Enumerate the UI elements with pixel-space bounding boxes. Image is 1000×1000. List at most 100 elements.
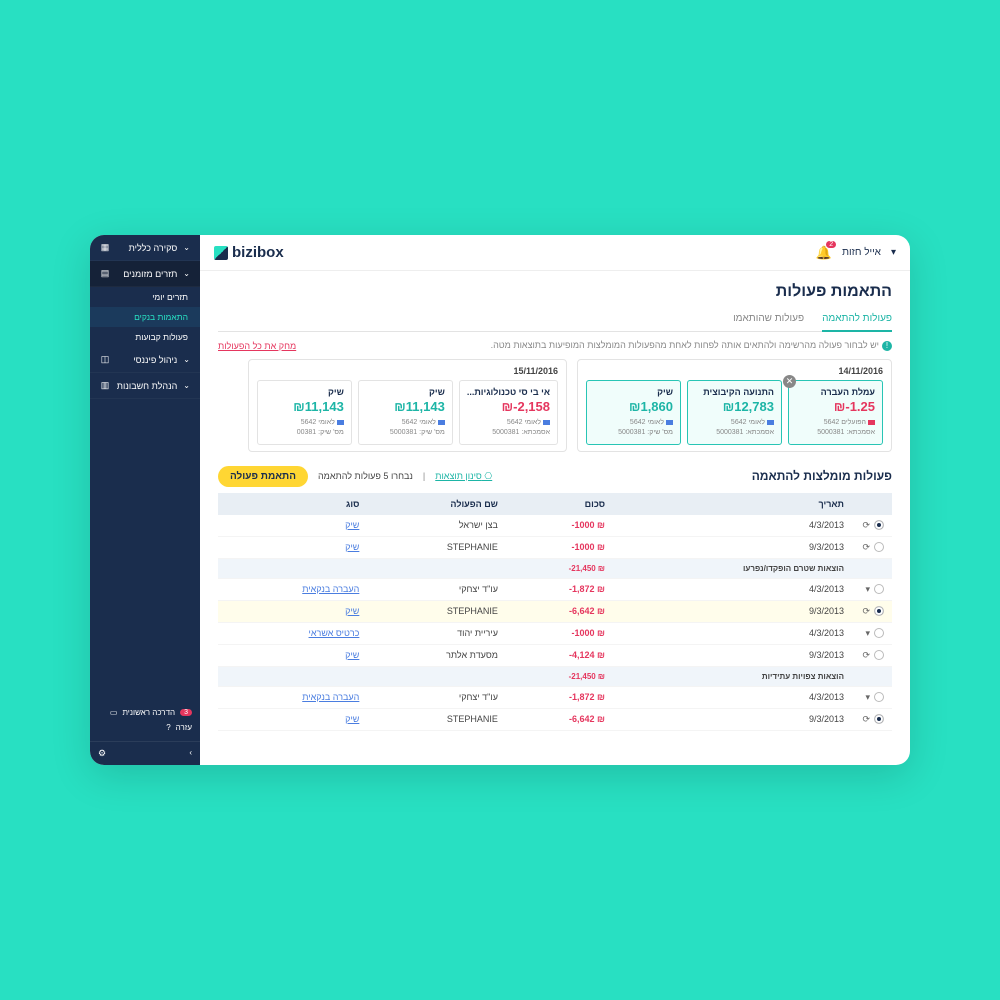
table-row: ▾4/3/2013-1,872 ₪עו"ד יצחקיהעברה בנקאית: [218, 578, 892, 600]
card-meta: לאומי 5642מס' שיק: 5000381: [366, 418, 445, 438]
card-meta: לאומי 5642מס' שיק: 5000381: [594, 418, 673, 438]
table-row: ⟳9/3/2013-1000 ₪STEPHANIEשיק: [218, 536, 892, 558]
row-checkbox[interactable]: [874, 606, 884, 616]
transaction-card[interactable]: אי בי סי טכנולוגיות... ₪-2,158 לאומי 5642א…: [459, 380, 558, 445]
nav-icon: ◫: [100, 354, 110, 365]
row-type-icon: ▾: [865, 692, 870, 702]
content-area: התאמות פעולות פעולות להתאמה פעולות שהותאמ…: [200, 271, 910, 765]
type-link[interactable]: העברה בנקאית: [302, 692, 359, 702]
nav-icon: ▤: [100, 268, 110, 279]
tab[interactable]: פעולות שהותאמו: [733, 307, 804, 331]
help-link[interactable]: עזרה?: [98, 720, 192, 735]
row-type-icon: ⟳: [862, 606, 870, 616]
gear-icon[interactable]: ⚙: [98, 748, 106, 759]
sidebar-subitem[interactable]: פעולות קבועות: [90, 327, 200, 347]
card-amount: ₪-1.25: [796, 399, 875, 414]
row-type-icon: ⟳: [862, 542, 870, 552]
bank-dot-icon: [767, 420, 774, 425]
row-checkbox[interactable]: [874, 542, 884, 552]
filter-link[interactable]: ⎔ סינון תוצאות: [435, 471, 492, 482]
notif-badge: 2: [826, 241, 836, 248]
close-icon[interactable]: ✕: [783, 375, 796, 388]
sidebar-item[interactable]: ⌄הנהלת חשבונות▥: [90, 373, 200, 399]
topbar: ▾ אייל חזות 🔔2 bizibox: [200, 235, 910, 271]
type-link[interactable]: שיק: [345, 650, 359, 660]
transaction-card[interactable]: התנועה הקיבוצית₪12,783לאומי 5642אסמכתא: …: [687, 380, 782, 445]
transaction-card[interactable]: ✕עמלת העברה₪-1.25הפועלים 5642אסמכתא: 500…: [788, 380, 883, 445]
type-link[interactable]: שיק: [345, 542, 359, 552]
card-title: אי בי סי טכנולוגיות...: [467, 387, 550, 397]
transaction-card[interactable]: שיק ₪11,143 לאומי 5642מס' שיק: 5000381: [358, 380, 453, 445]
row-type-icon: ▾: [865, 628, 870, 638]
delete-all-link[interactable]: מחק את כל הפעולות: [218, 341, 296, 351]
row-checkbox[interactable]: [874, 628, 884, 638]
nav-icon: ▥: [100, 380, 110, 391]
info-icon: !: [882, 341, 892, 351]
page-title: התאמות פעולות: [776, 283, 892, 301]
transaction-card[interactable]: שיק₪11,143לאומי 5642מס' שיק: 00381: [257, 380, 352, 445]
row-checkbox[interactable]: [874, 692, 884, 702]
card-title: שיק: [594, 387, 673, 397]
info-text: !יש לבחור פעולה מהרשימה ולהתאים אותה לפח…: [491, 340, 892, 351]
bell-icon[interactable]: 🔔2: [816, 245, 832, 261]
card-amount: ₪-2,158: [467, 399, 550, 414]
table-row: ⟳4/3/2013-1000 ₪בצן ישראלשיק: [218, 515, 892, 537]
row-checkbox[interactable]: [874, 650, 884, 660]
card-meta: לאומי 5642אסמכתא: 5000381: [467, 418, 550, 438]
tabs: פעולות להתאמה פעולות שהותאמו: [218, 307, 892, 332]
row-checkbox[interactable]: [874, 520, 884, 530]
sidebar-footer: 3הדרכה ראשונית▭ עזרה?: [90, 699, 200, 741]
tab[interactable]: פעולות להתאמה: [822, 307, 892, 332]
th-name: שם הפעולה: [367, 493, 506, 515]
card-meta: לאומי 5642מס' שיק: 00381: [265, 418, 344, 438]
match-button[interactable]: התאמת פעולה: [218, 466, 308, 487]
row-checkbox[interactable]: [874, 714, 884, 724]
rec-title: פעולות מומלצות להתאמה: [752, 469, 892, 483]
cards-row: 14/11/2016 ✕עמלת העברה₪-1.25הפועלים 5642א…: [218, 359, 892, 452]
type-link[interactable]: שיק: [345, 520, 359, 530]
type-link[interactable]: כרטיס אשראי: [309, 628, 360, 638]
sidebar-item[interactable]: ⌄תזרים מזומנים▤: [90, 261, 200, 287]
brand-logo[interactable]: bizibox: [214, 244, 284, 261]
guide-link[interactable]: 3הדרכה ראשונית▭: [98, 705, 192, 720]
row-type-icon: ⟳: [862, 520, 870, 530]
group-date: 14/11/2016: [586, 366, 883, 376]
card-amount: ₪1,860: [594, 399, 673, 414]
table-row: ▾4/3/2013-1,872 ₪עו"ד יצחקיהעברה בנקאית: [218, 686, 892, 708]
table-row: ⟳9/3/2013-6,642 ₪STEPHANIEשיק: [218, 600, 892, 622]
question-icon: ?: [166, 723, 170, 732]
card-amount: ₪12,783: [695, 399, 774, 414]
transaction-card[interactable]: שיק ₪1,860 לאומי 5642מס' שיק: 5000381: [586, 380, 681, 445]
th-type: סוג: [218, 493, 367, 515]
type-link[interactable]: שיק: [345, 606, 359, 616]
sidebar-item[interactable]: ⌄סקירה כללית▦: [90, 235, 200, 261]
bank-dot-icon: [438, 420, 445, 425]
user-area[interactable]: ▾ אייל חזות 🔔2: [816, 245, 896, 261]
sidebar: ⌄סקירה כללית▦⌄תזרים מזומנים▤תזרים יומיהת…: [90, 235, 200, 765]
selection-count: נבחרו 5 פעולות להתאמה: [318, 471, 413, 481]
card-amount: ₪11,143: [366, 399, 445, 414]
row-type-icon: ▾: [865, 584, 870, 594]
table-row: ▾4/3/2013-1000 ₪עיריית יהודכרטיס אשראי: [218, 622, 892, 644]
sidebar-item[interactable]: ⌄ניהול פיננסי◫: [90, 347, 200, 373]
table-row: הוצאות צפויות עתידיות-21,450 ₪: [218, 666, 892, 686]
sidebar-subitem[interactable]: התאמות בנקים: [90, 307, 200, 327]
bank-dot-icon: [543, 420, 550, 425]
app-window: ▾ אייל חזות 🔔2 bizibox התאמות פעולות פעו…: [90, 235, 910, 765]
chevron-left-icon[interactable]: ›: [189, 748, 192, 759]
chevron-down-icon: ⌄: [183, 355, 190, 364]
book-icon: ▭: [110, 708, 118, 717]
type-link[interactable]: העברה בנקאית: [302, 584, 359, 594]
chevron-down-icon: ⌄: [183, 269, 190, 278]
logo-mark-icon: [214, 246, 228, 260]
row-type-icon: ⟳: [862, 714, 870, 724]
caret-down-icon: ▾: [891, 247, 896, 258]
filter-icon: ⎔: [482, 471, 492, 481]
card-meta: לאומי 5642אסמכתא: 5000381: [695, 418, 774, 438]
nav-icon: ▦: [100, 242, 110, 253]
sidebar-subitem[interactable]: תזרים יומי: [90, 287, 200, 307]
date-group: 15/11/2016אי בי סי טכנולוגיות...₪-2,158ל…: [248, 359, 567, 452]
type-link[interactable]: שיק: [345, 714, 359, 724]
row-checkbox[interactable]: [874, 584, 884, 594]
card-title: שיק: [366, 387, 445, 397]
